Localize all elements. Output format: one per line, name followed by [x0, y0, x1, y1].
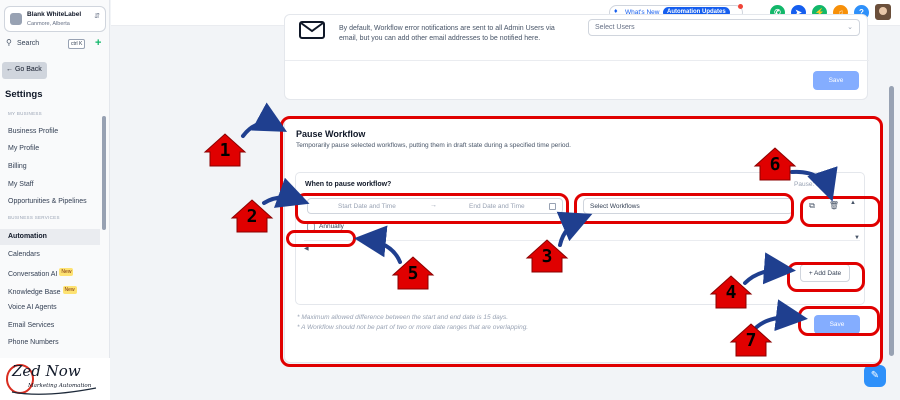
callout-number-5: 5 — [407, 263, 419, 284]
arrow-4 — [743, 252, 796, 285]
callout-number-4: 4 — [725, 282, 737, 303]
callout-number-6: 6 — [769, 154, 781, 175]
callout-number-1: 1 — [219, 140, 231, 161]
arrow-2 — [262, 177, 310, 208]
callout-number-3: 3 — [541, 246, 553, 267]
arrow-5 — [354, 225, 402, 264]
arrow-3 — [556, 211, 593, 247]
callout-number-2: 2 — [246, 206, 258, 227]
arrow-6 — [790, 166, 838, 202]
annotation-arrows — [203, 102, 838, 357]
callout-number-7: 7 — [745, 330, 757, 351]
arrow-1 — [241, 102, 288, 138]
